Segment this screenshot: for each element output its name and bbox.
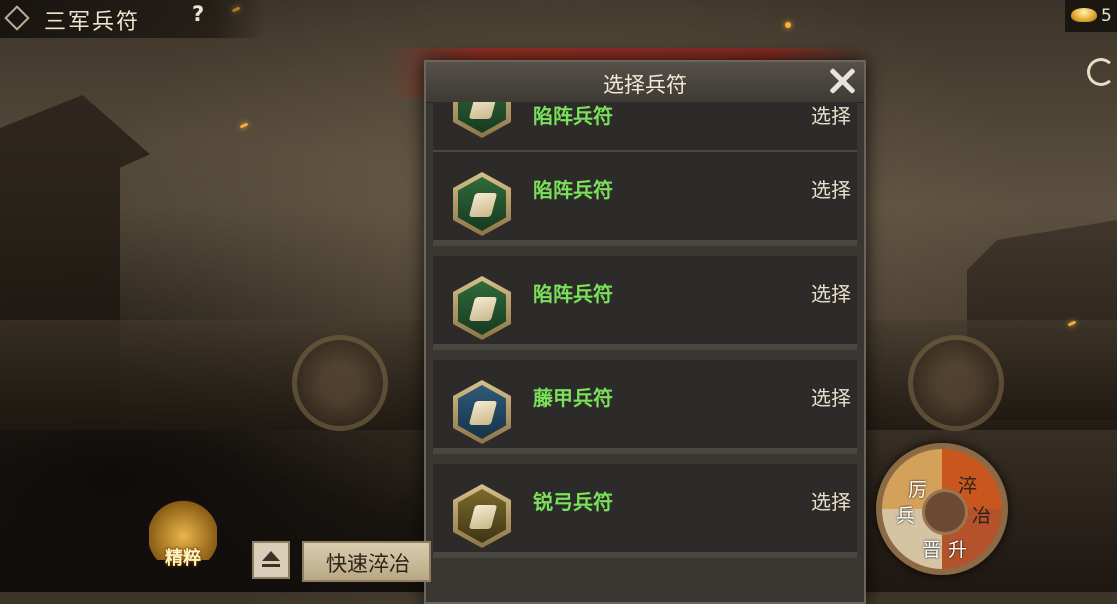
ember-spark <box>784 21 792 29</box>
select-button[interactable]: 选择 <box>811 486 851 515</box>
wheel-char-li: 厉 <box>908 479 928 501</box>
close-icon[interactable] <box>826 65 858 97</box>
tally-name: 陷阵兵符 <box>533 178 613 202</box>
tally-badge-icon <box>453 484 511 548</box>
elite-label: 精粹 <box>165 548 201 569</box>
gold-ingot-icon <box>1071 8 1097 22</box>
wheel-char-bing: 兵 <box>896 505 916 527</box>
tally-badge-icon <box>453 276 511 340</box>
currency-display: 5 <box>1065 0 1117 32</box>
wheel-char-sheng: 升 <box>948 539 968 561</box>
list-item: 陷阵兵符 选择 <box>433 152 857 246</box>
select-button[interactable]: 选择 <box>811 278 851 307</box>
list-item: 陷阵兵符 选择 <box>433 256 857 350</box>
tally-name: 陷阵兵符 <box>533 282 613 306</box>
expand-up-button[interactable] <box>252 541 290 579</box>
select-button[interactable]: 选择 <box>811 174 851 203</box>
help-icon[interactable]: ? <box>192 2 204 26</box>
elite-essence-button[interactable]: 精粹 <box>143 498 223 584</box>
top-bar: 三军兵符 ? <box>0 0 265 38</box>
tally-list[interactable]: 陷阵兵符 选择 陷阵兵符 选择 陷阵兵符 选择 藤甲兵符 选择 锐弓兵符 选择 <box>433 102 857 602</box>
quick-temper-button[interactable]: 快速淬冶 <box>302 541 431 582</box>
tally-badge-icon <box>453 380 511 444</box>
wheel-char-ye: 冶 <box>972 505 992 527</box>
modal-header: 选择兵符 <box>426 62 864 103</box>
tally-badge-icon <box>453 102 511 138</box>
tally-name: 锐弓兵符 <box>533 490 613 514</box>
modal-title: 选择兵符 <box>603 73 687 97</box>
tally-name: 陷阵兵符 <box>533 104 613 128</box>
list-item: 藤甲兵符 选择 <box>433 360 857 454</box>
tally-badge-icon <box>453 172 511 236</box>
currency-value: 5 <box>1101 6 1112 26</box>
quick-temper-label: 快速淬冶 <box>326 552 410 576</box>
background-shield-right <box>908 335 1004 431</box>
wheel-char-jin: 晋 <box>922 539 942 561</box>
page-title: 三军兵符 <box>44 10 141 35</box>
select-button[interactable]: 选择 <box>811 382 851 411</box>
refresh-icon[interactable] <box>1087 58 1115 86</box>
list-item: 陷阵兵符 选择 <box>433 102 857 156</box>
tally-name: 藤甲兵符 <box>533 386 613 410</box>
ember-spark <box>239 122 249 129</box>
list-item: 锐弓兵符 选择 <box>433 464 857 558</box>
back-icon[interactable] <box>4 5 30 31</box>
background-shield-left <box>292 335 388 431</box>
select-button[interactable]: 选择 <box>811 102 851 129</box>
select-tally-modal: 选择兵符 陷阵兵符 选择 陷阵兵符 选择 陷阵兵符 选择 藤甲兵符 选择 锐弓兵… <box>424 60 866 604</box>
action-wheel[interactable]: 厉 兵 淬 冶 晋 升 <box>876 443 1008 575</box>
wheel-char-cui: 淬 <box>958 475 978 497</box>
